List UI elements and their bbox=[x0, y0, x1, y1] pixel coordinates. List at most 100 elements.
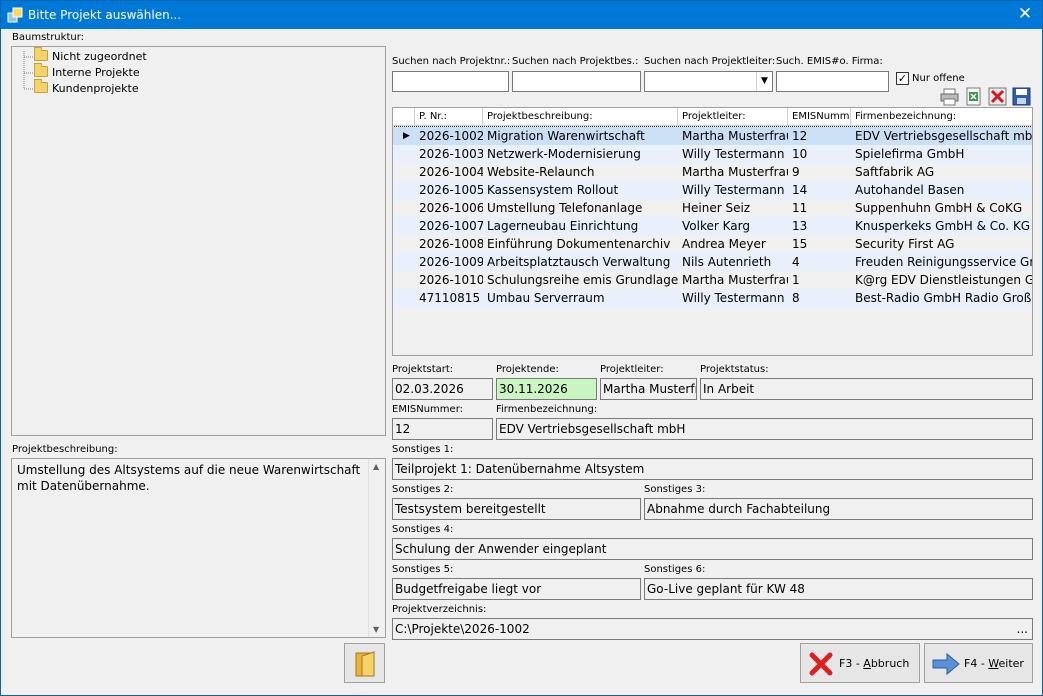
col-header-pnr[interactable]: P. Nr.: bbox=[415, 108, 483, 126]
window-title: Bitte Projekt auswählen... bbox=[28, 8, 182, 22]
table-cell: Willy Testermann bbox=[682, 147, 785, 161]
table-row[interactable]: 2026-1005 Kassensystem Rollout Willy Teste… bbox=[393, 181, 1032, 199]
sonstiges2-field[interactable]: Testsystem bereitgestellt bbox=[392, 498, 641, 520]
table-row[interactable]: ▶ 2026-1002 Migration Warenwirtschaft Marth… bbox=[393, 126, 1032, 146]
col-header-emis[interactable]: EMISNumm bbox=[788, 108, 851, 126]
table-row[interactable]: 2026-1006 Umstellung Telefonanlage Heiner … bbox=[393, 199, 1032, 217]
table-cell: Willy Testermann bbox=[682, 183, 785, 197]
status-field[interactable]: In Arbeit bbox=[700, 378, 1033, 400]
col-header-firma[interactable]: Firmenbezeichnung: bbox=[851, 108, 1014, 126]
tree-item-nicht-zugeordnet[interactable]: Nicht zugeordnet bbox=[34, 47, 147, 63]
scroll-up-icon[interactable]: ▲ bbox=[373, 462, 379, 471]
status-label: Projektstatus: bbox=[700, 364, 769, 375]
sonstiges3-label: Sonstiges 3: bbox=[644, 484, 706, 495]
sonstiges2-label: Sonstiges 2: bbox=[392, 484, 454, 495]
table-cell: Suppenhuhn GmbH & CoKG bbox=[855, 201, 1023, 215]
scrollbar[interactable]: ▲ ▼ bbox=[368, 459, 385, 637]
table-cell: Nils Autenrieth bbox=[682, 255, 772, 269]
table-cell: EDV Vertriebsgesellschaft mbH bbox=[855, 129, 1032, 143]
sonstiges5-field[interactable]: Budgetfreigabe liegt vor bbox=[392, 578, 641, 600]
sonstiges4-field[interactable]: Schulung der Anwender eingeplant bbox=[392, 538, 1033, 560]
beschreibung-text: Umstellung des Altsystems auf die neue W… bbox=[17, 463, 361, 493]
sonstiges1-field[interactable]: Teilprojekt 1: Datenübernahme Altsystem bbox=[392, 458, 1033, 480]
chevron-down-icon[interactable]: ▼ bbox=[756, 72, 772, 91]
title-bar: Bitte Projekt auswählen... ✕ bbox=[1, 1, 1042, 29]
weiter-button[interactable]: F4 - Weiter bbox=[924, 643, 1033, 683]
search-bes-label: Suchen nach Projektbes.: bbox=[512, 56, 639, 67]
table-row[interactable]: 2026-1009 Arbeitsplatztausch Verwaltung Ni… bbox=[393, 253, 1032, 271]
table-row[interactable]: 2026-1003 Netzwerk-Modernisierung Willy Te… bbox=[393, 145, 1032, 163]
table-cell: Spielefirma GmbH bbox=[855, 147, 965, 161]
export-excel-icon[interactable] bbox=[964, 87, 983, 106]
table-cell: 2026-1003 bbox=[419, 147, 483, 161]
table-cell: 11 bbox=[792, 201, 808, 215]
tree-item-kundenprojekte[interactable]: Kundenprojekte bbox=[34, 79, 139, 95]
beschreibung-label: Projektbeschreibung: bbox=[12, 444, 118, 455]
search-leiter-select[interactable]: ▼ bbox=[644, 71, 773, 92]
start-field[interactable]: 02.03.2026 bbox=[392, 378, 493, 400]
table-cell: Andrea Meyer bbox=[682, 237, 766, 251]
table-cell: K@rg EDV Dienstleistungen GmbH bbox=[855, 273, 1032, 287]
table-cell: 2026-1009 bbox=[419, 255, 483, 269]
browse-button[interactable]: ... bbox=[1017, 619, 1028, 639]
leiter-field[interactable]: Martha Musterfrau bbox=[600, 378, 697, 400]
search-nr-input[interactable] bbox=[392, 71, 509, 92]
table-cell: Migration Warenwirtschaft bbox=[487, 129, 645, 143]
nur-offene-checkbox[interactable]: ✓ bbox=[896, 72, 909, 85]
close-icon[interactable]: ✕ bbox=[1008, 1, 1042, 29]
scroll-down-icon[interactable]: ▼ bbox=[373, 625, 379, 634]
table-cell: 2026-1002 bbox=[419, 129, 483, 143]
sonstiges5-label: Sonstiges 5: bbox=[392, 564, 454, 575]
table-cell: 2026-1010 bbox=[419, 273, 483, 287]
table-row[interactable]: 2026-1007 Lagerneubau Einrichtung Volker K… bbox=[393, 217, 1032, 235]
table-row[interactable]: 2026-1008 Einführung Dokumentenarchiv Andr… bbox=[393, 235, 1032, 253]
print-icon[interactable] bbox=[940, 87, 959, 106]
beschreibung-textarea[interactable]: Umstellung des Altsystems auf die neue W… bbox=[11, 458, 386, 638]
search-bes-input[interactable] bbox=[512, 71, 641, 92]
folder-icon bbox=[34, 63, 48, 77]
folder-icon bbox=[34, 47, 48, 61]
project-grid[interactable]: P. Nr.: Projektbeschreibung: Projektleit… bbox=[392, 107, 1033, 356]
emis-field[interactable]: 12 bbox=[392, 418, 493, 440]
table-cell: 13 bbox=[792, 219, 808, 233]
table-cell: 2026-1008 bbox=[419, 237, 483, 251]
sonstiges3-field[interactable]: Abnahme durch Fachabteilung bbox=[644, 498, 1033, 520]
search-emis-input[interactable] bbox=[776, 71, 889, 92]
table-cell: 9 bbox=[792, 165, 800, 179]
table-cell: Best-Radio GmbH Radio Großhandel bbox=[855, 291, 1032, 305]
nur-offene-label: Nur offene bbox=[912, 73, 965, 84]
table-cell: Umstellung Telefonanlage bbox=[487, 201, 643, 215]
table-cell: 10 bbox=[792, 147, 808, 161]
sonstiges6-field[interactable]: Go-Live geplant für KW 48 bbox=[644, 578, 1033, 600]
table-row[interactable]: 2026-1010 Schulungsreihe emis Grundlagen M… bbox=[393, 271, 1032, 289]
sonstiges6-label: Sonstiges 6: bbox=[644, 564, 706, 575]
table-row[interactable]: 47110815 Umbau Serverraum Willy Testermann… bbox=[393, 289, 1032, 307]
search-nr-label: Suchen nach Projektnr.: bbox=[392, 56, 511, 67]
search-leiter-label: Suchen nach Projektleiter: bbox=[644, 56, 776, 67]
ende-field[interactable]: 30.11.2026 bbox=[496, 378, 597, 400]
delete-icon[interactable] bbox=[988, 87, 1007, 106]
folder-open-icon bbox=[355, 651, 375, 677]
project-tree[interactable]: Nicht zugeordnet Interne Projekte Kunden… bbox=[11, 46, 386, 436]
start-label: Projektstart: bbox=[392, 364, 454, 375]
table-cell: Umbau Serverraum bbox=[487, 291, 605, 305]
table-cell: Arbeitsplatztausch Verwaltung bbox=[487, 255, 671, 269]
tree-item-interne-projekte[interactable]: Interne Projekte bbox=[34, 63, 140, 79]
col-header-beschreibung[interactable]: Projektbeschreibung: bbox=[483, 108, 678, 126]
table-cell: Martha Musterfrau bbox=[682, 129, 788, 143]
col-header-leiter[interactable]: Projektleiter: bbox=[678, 108, 788, 126]
table-cell: 47110815 bbox=[419, 291, 481, 305]
firma-field[interactable]: EDV Vertriebsgesellschaft mbH bbox=[496, 418, 1033, 440]
save-icon[interactable] bbox=[1012, 87, 1031, 106]
table-cell: Saftfabrik AG bbox=[855, 165, 935, 179]
table-cell: Willy Testermann bbox=[682, 291, 785, 305]
app-icon bbox=[7, 7, 23, 23]
table-cell: 2026-1004 bbox=[419, 165, 483, 179]
verzeichnis-value: C:\Projekte\2026-1002 bbox=[395, 622, 530, 636]
table-cell: Security First AG bbox=[855, 237, 955, 251]
weiter-label: F4 - Weiter bbox=[964, 657, 1024, 670]
abbruch-button[interactable]: F3 - Abbruch bbox=[800, 643, 920, 683]
table-row[interactable]: 2026-1004 Website-Relaunch Martha Musterfr… bbox=[393, 163, 1032, 181]
open-folder-button[interactable] bbox=[344, 643, 385, 683]
verzeichnis-field[interactable]: C:\Projekte\2026-1002 ... bbox=[392, 618, 1033, 640]
